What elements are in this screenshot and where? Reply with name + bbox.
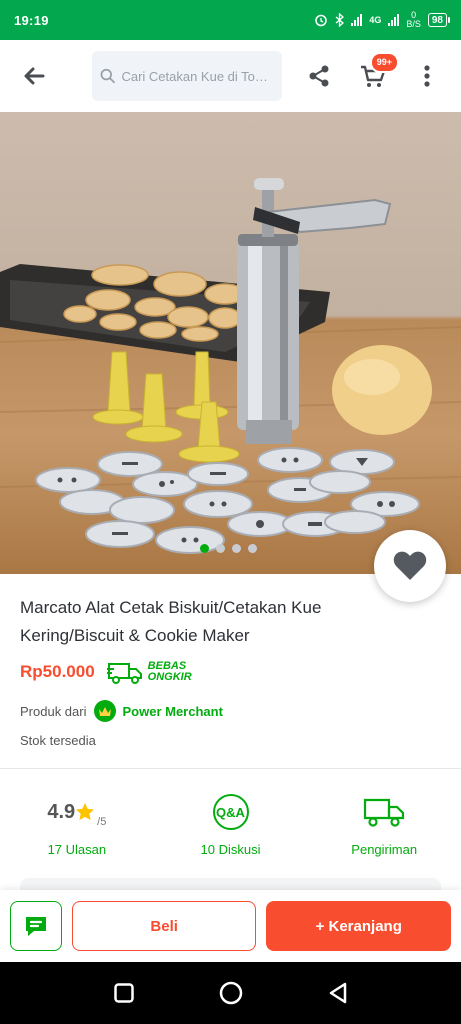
rating-max: /5 — [97, 816, 107, 828]
back-arrow-icon — [24, 67, 45, 85]
battery-icon: 98 — [427, 13, 451, 27]
product-image[interactable] — [0, 112, 461, 574]
buy-button[interactable]: Beli — [71, 901, 257, 951]
search-input[interactable]: Cari Cetakan Kue di Toko... — [92, 51, 282, 101]
status-icons: 4G 0 B/S 98 — [314, 11, 451, 29]
carousel-dot[interactable] — [200, 544, 209, 553]
more-vert-icon — [424, 65, 430, 87]
cart-button[interactable]: 99+ — [351, 52, 399, 98]
merchant-row: Produk dari Power Merchant — [20, 700, 223, 722]
alarm-icon — [315, 14, 328, 27]
signal-icon-2 — [388, 14, 400, 26]
price-row: Rp50.000 BEBAS ONGKIR — [20, 660, 192, 684]
section-divider — [0, 768, 461, 769]
battery-level: 98 — [431, 14, 443, 26]
nav-home-button[interactable] — [211, 973, 251, 1013]
add-to-cart-button[interactable]: + Keranjang — [266, 901, 451, 951]
qa-icon: Q&A — [212, 794, 249, 830]
back-button[interactable] — [12, 54, 56, 98]
shipping-label: Pengiriman — [351, 842, 418, 857]
product-photo — [0, 178, 461, 554]
system-nav-bar — [0, 962, 461, 1024]
net-speed: 0 B/S — [406, 11, 421, 29]
carousel-dot[interactable] — [248, 544, 257, 553]
cart-count-badge: 99+ — [369, 52, 399, 73]
nav-recent-button[interactable] — [104, 973, 144, 1013]
reviews-label: 17 Ulasan — [47, 842, 107, 857]
free-shipping-line2: ONGKIR — [147, 671, 192, 683]
signal-icon — [351, 14, 363, 26]
search-icon — [100, 68, 115, 84]
network-type: 4G — [369, 15, 382, 25]
truck-icon — [106, 663, 142, 684]
crown-icon — [99, 706, 112, 716]
merchant-name[interactable]: Power Merchant — [122, 704, 222, 719]
star-icon — [76, 803, 95, 820]
chat-button[interactable] — [10, 901, 62, 951]
nav-back-icon — [329, 982, 346, 1004]
top-bar: Cari Cetakan Kue di Toko... 99+ — [0, 40, 461, 112]
stock-status: Stok tersedia — [20, 733, 96, 748]
status-bar: 19:19 4G 0 B/S 98 — [0, 0, 461, 40]
rating-display: 4.9 /5 — [47, 790, 106, 834]
more-options-button[interactable] — [405, 54, 449, 98]
free-shipping-text: BEBAS ONGKIR — [148, 661, 192, 683]
nav-back-button[interactable] — [318, 973, 358, 1013]
shipping-icon-wrap — [363, 790, 405, 834]
qa-icon-wrap: Q&A — [212, 790, 249, 834]
share-icon — [309, 65, 329, 87]
image-carousel-indicator — [200, 544, 257, 553]
nav-recent-icon — [113, 983, 134, 1003]
shipping-stat[interactable]: Pengiriman — [307, 790, 461, 870]
chat-icon — [25, 917, 46, 936]
product-stats-row: 4.9 /5 17 Ulasan Q&A 10 Diskusi Pengirim… — [0, 790, 461, 870]
net-speed-unit: B/S — [406, 19, 421, 29]
nav-home-icon — [219, 981, 242, 1005]
heart-icon — [393, 551, 427, 580]
discussion-label: 10 Diskusi — [200, 842, 261, 857]
top-actions: 99+ — [297, 52, 449, 98]
power-merchant-badge — [94, 700, 117, 722]
reviews-stat[interactable]: 4.9 /5 17 Ulasan — [0, 790, 154, 870]
bottom-action-bar: Beli + Keranjang — [0, 890, 461, 962]
shipping-truck-icon — [364, 798, 405, 827]
share-button[interactable] — [297, 54, 341, 98]
merchant-prefix: Produk dari — [20, 703, 87, 719]
search-placeholder: Cari Cetakan Kue di Toko... — [121, 68, 274, 84]
product-price: Rp50.000 — [20, 662, 95, 681]
carousel-dot[interactable] — [232, 544, 241, 553]
product-title: Marcato Alat Cetak Biskuit/Cetakan Kue K… — [20, 598, 322, 645]
free-shipping-badge: BEBAS ONGKIR — [106, 660, 192, 684]
wishlist-button[interactable] — [374, 530, 446, 602]
rating-value: 4.9 — [47, 800, 76, 823]
carousel-dot[interactable] — [216, 544, 225, 553]
bluetooth-icon — [335, 13, 345, 27]
discussion-stat[interactable]: Q&A 10 Diskusi — [154, 790, 308, 870]
status-time: 19:19 — [14, 12, 49, 28]
